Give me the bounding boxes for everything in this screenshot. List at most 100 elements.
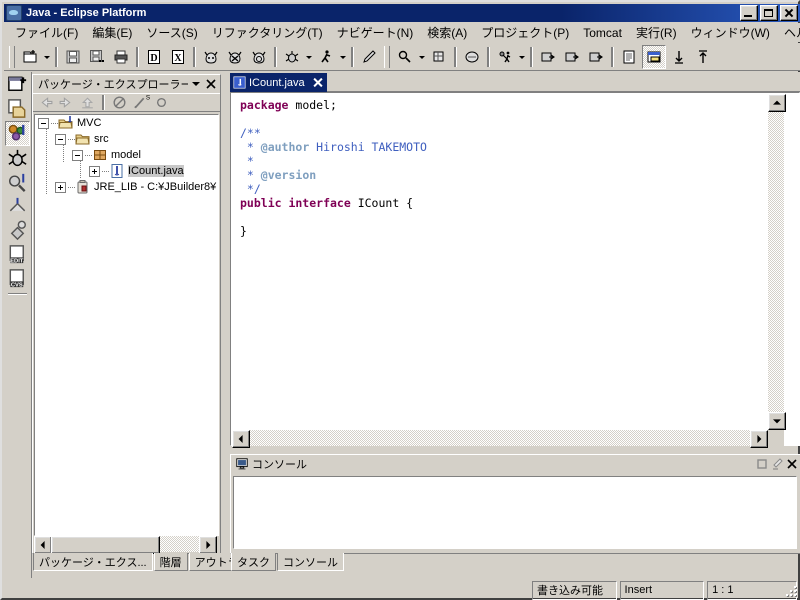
tab-hierarchy[interactable]: 階層 <box>153 553 188 571</box>
edit-perspective-icon[interactable]: EDIT <box>6 243 29 266</box>
tab-package-explorer[interactable]: パッケージ・エクス... <box>33 553 153 571</box>
collapse-all-icon[interactable] <box>110 94 129 111</box>
editor-hscrollbar[interactable] <box>232 430 768 448</box>
forward-icon[interactable] <box>57 94 76 111</box>
menu-project[interactable]: プロジェクト(P) <box>474 22 576 43</box>
menu-help[interactable]: ヘルプ(H) <box>777 22 800 43</box>
tab-console[interactable]: コンソール <box>277 553 344 571</box>
console-title: コンソール <box>252 459 307 471</box>
package-explorer-hscrollbar[interactable] <box>34 536 217 554</box>
debug-icon[interactable] <box>281 46 303 68</box>
package-explorer-tree[interactable]: MVC src model ICount.java JRE_LIB - C:¥J… <box>34 114 219 536</box>
menu-source[interactable]: ソース(S) <box>139 22 204 43</box>
tree-row-src[interactable]: src <box>35 131 218 147</box>
new-perspective-icon[interactable] <box>6 73 29 96</box>
tomcat-stop-icon[interactable] <box>224 46 246 68</box>
toolbar-separator <box>530 46 533 67</box>
maximize-button[interactable] <box>760 5 778 21</box>
editor-vscrollbar[interactable] <box>768 94 786 430</box>
editor-area-icon[interactable] <box>642 44 666 69</box>
back-icon[interactable] <box>668 46 690 68</box>
plugin-development-icon[interactable] <box>6 219 29 242</box>
scroll-left-button[interactable] <box>34 536 52 554</box>
tab-tasks[interactable]: タスク <box>231 553 276 571</box>
search-icon[interactable] <box>394 46 416 68</box>
cvs-icon[interactable] <box>461 46 483 68</box>
up-icon[interactable] <box>78 94 97 111</box>
link-with-editor-icon[interactable]: S <box>131 94 150 111</box>
debug-perspective-icon[interactable] <box>6 147 29 170</box>
print-icon[interactable] <box>110 46 132 68</box>
svg-text:EDIT: EDIT <box>10 259 24 265</box>
run-dropdown-arrow[interactable] <box>338 46 348 68</box>
next-annotation-icon[interactable] <box>537 46 559 68</box>
close-icon[interactable] <box>785 457 799 471</box>
view-menu-icon[interactable] <box>189 77 203 91</box>
debug-dropdown-arrow[interactable] <box>304 46 314 68</box>
scroll-right-button[interactable] <box>199 536 217 554</box>
scroll-down-button[interactable] <box>768 412 786 430</box>
menu-file[interactable]: ファイル(F) <box>8 22 85 43</box>
expander-minus-icon[interactable] <box>72 149 83 161</box>
expander-plus-icon[interactable] <box>89 165 100 177</box>
toolbar-grip[interactable] <box>384 45 390 68</box>
expander-plus-icon[interactable] <box>55 181 66 193</box>
clear-console-icon[interactable] <box>770 457 784 471</box>
filter-icon[interactable] <box>152 94 171 111</box>
source-code-text[interactable]: package model; /** * @author Hiroshi TAK… <box>232 94 768 430</box>
expander-minus-icon[interactable] <box>55 133 66 145</box>
run-ant-dropdown-arrow[interactable] <box>517 46 527 68</box>
external-tools-icon[interactable] <box>358 46 380 68</box>
search-dropdown-arrow[interactable] <box>417 46 427 68</box>
resize-grip[interactable] <box>784 584 798 598</box>
expander-minus-icon[interactable] <box>38 117 49 129</box>
hscroll-thumb[interactable] <box>51 536 160 554</box>
java-perspective-icon[interactable] <box>5 121 30 146</box>
tomcat-restart-icon[interactable] <box>248 46 270 68</box>
scroll-up-button[interactable] <box>768 94 786 112</box>
toolbar-grip[interactable] <box>9 45 15 68</box>
menu-search[interactable]: 検索(A) <box>420 22 474 43</box>
menu-edit[interactable]: 編集(E) <box>85 22 139 43</box>
scrollbar-corner <box>768 430 784 446</box>
java-type-hierarchy-icon[interactable] <box>6 195 29 218</box>
javadoc-icon[interactable]: D <box>143 46 165 68</box>
menu-window[interactable]: ウィンドウ(W) <box>684 22 777 43</box>
close-icon[interactable] <box>312 77 323 88</box>
resource-perspective-icon[interactable] <box>6 97 29 120</box>
maximize-icon[interactable] <box>755 457 769 471</box>
open-type-icon[interactable] <box>428 46 450 68</box>
tomcat-start-icon[interactable] <box>200 46 222 68</box>
run-ant-icon[interactable] <box>494 46 516 68</box>
tree-row-jre-lib[interactable]: JRE_LIB - C:¥JBuilder8¥ <box>35 179 218 195</box>
editor-tab-icount-java[interactable]: ICount.java <box>230 73 327 92</box>
last-edit-icon[interactable] <box>585 46 607 68</box>
tree-row-icount-java[interactable]: ICount.java <box>35 163 218 179</box>
minimize-button[interactable] <box>740 5 758 21</box>
previous-annotation-icon[interactable] <box>561 46 583 68</box>
save-icon[interactable] <box>62 46 84 68</box>
export-icon[interactable]: X <box>167 46 189 68</box>
console-output[interactable] <box>233 476 797 549</box>
close-icon[interactable] <box>204 77 218 91</box>
forward-icon[interactable] <box>692 46 714 68</box>
cvs-repository-icon[interactable]: CVS <box>6 267 29 290</box>
code-token: /** <box>240 126 261 140</box>
java-browsing-perspective-icon[interactable] <box>6 171 29 194</box>
tree-row-mvc[interactable]: MVC <box>35 115 218 131</box>
package-explorer-title: パッケージ・エクスプローラー <box>38 79 188 91</box>
menu-tomcat[interactable]: Tomcat <box>576 24 629 42</box>
scroll-right-button[interactable] <box>750 430 768 448</box>
run-icon[interactable] <box>315 46 337 68</box>
save-all-icon[interactable] <box>86 46 108 68</box>
close-button[interactable] <box>780 5 798 21</box>
outline-icon[interactable] <box>618 46 640 68</box>
tree-row-model[interactable]: model <box>35 147 218 163</box>
new-wizard-dropdown-arrow[interactable] <box>42 46 52 68</box>
back-icon[interactable] <box>36 94 55 111</box>
scroll-left-button[interactable] <box>232 430 250 448</box>
menu-run[interactable]: 実行(R) <box>629 22 684 43</box>
menu-refactor[interactable]: リファクタリング(T) <box>205 22 330 43</box>
new-wizard-icon[interactable] <box>19 46 41 68</box>
menu-navigate[interactable]: ナビゲート(N) <box>330 22 421 43</box>
